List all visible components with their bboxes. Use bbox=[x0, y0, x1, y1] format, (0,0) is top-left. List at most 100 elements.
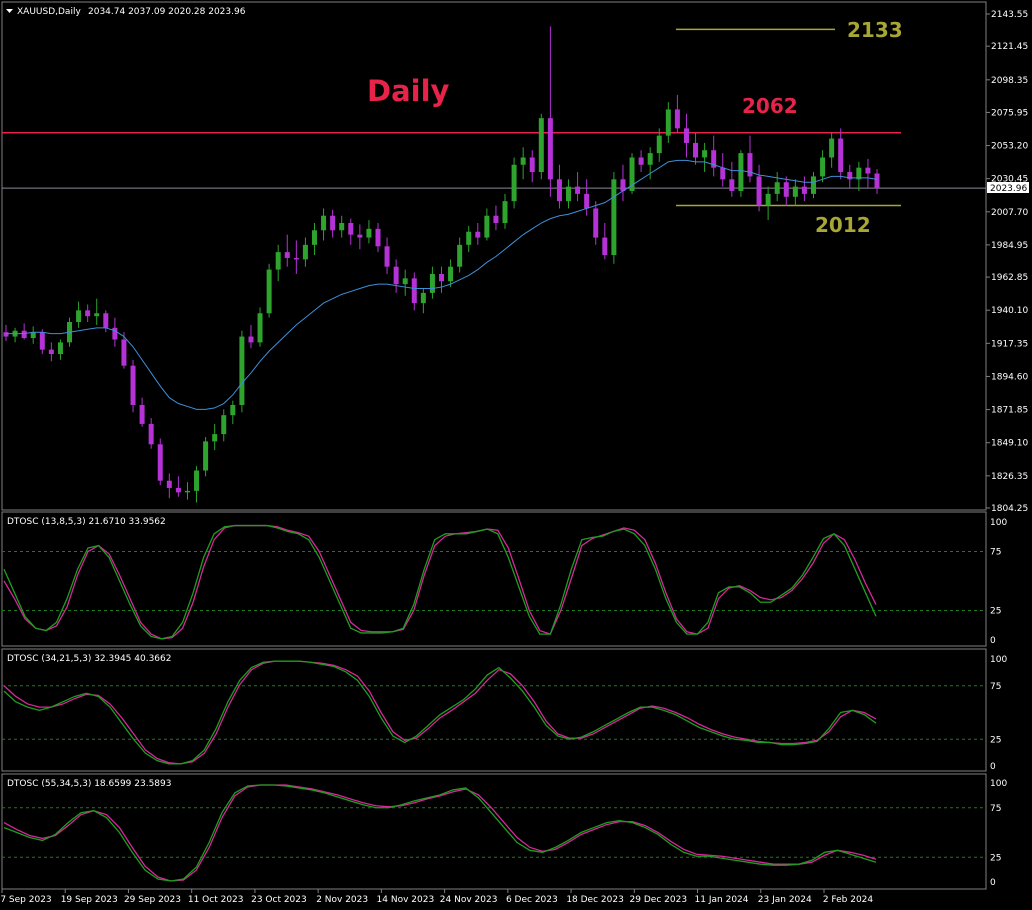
osc-tick-label: 25 bbox=[990, 735, 1001, 745]
candle-body bbox=[39, 332, 45, 350]
candle-body bbox=[783, 182, 789, 197]
candle-body bbox=[874, 173, 880, 189]
price-tick-label: 1804.25 bbox=[991, 504, 1028, 514]
candle-body bbox=[21, 330, 27, 339]
candle-body bbox=[112, 327, 118, 340]
candle-body bbox=[76, 310, 82, 323]
candle bbox=[203, 437, 209, 477]
osc-tick-label: 0 bbox=[990, 762, 996, 772]
candle-body bbox=[529, 157, 535, 173]
price-tick-label: 1849.10 bbox=[991, 439, 1028, 449]
candle bbox=[239, 330, 245, 413]
candle-body bbox=[384, 246, 390, 267]
candle-body bbox=[475, 231, 481, 238]
date-tick-label: 6 Dec 2023 bbox=[506, 895, 558, 905]
date-tick-label: 11 Jan 2024 bbox=[695, 895, 749, 905]
date-tick-label: 23 Oct 2023 bbox=[251, 895, 307, 905]
candle-body bbox=[175, 487, 181, 493]
candle-body bbox=[57, 342, 63, 355]
osc-tick-label: 100 bbox=[990, 518, 1007, 528]
candle bbox=[157, 438, 163, 486]
candle-body bbox=[375, 228, 381, 247]
osc-tick-label: 100 bbox=[990, 655, 1007, 665]
candle-body bbox=[130, 365, 136, 405]
candle-body bbox=[665, 109, 671, 136]
candle-body bbox=[284, 252, 290, 258]
candle-body bbox=[121, 339, 127, 366]
candle-body bbox=[502, 201, 508, 223]
candle-body bbox=[221, 415, 227, 435]
candle-body bbox=[611, 179, 617, 256]
candle-body bbox=[230, 404, 236, 416]
candle-body bbox=[402, 278, 408, 285]
candle-body bbox=[448, 266, 454, 282]
price-tick-label: 1962.85 bbox=[991, 273, 1028, 283]
date-tick-label: 18 Dec 2023 bbox=[566, 895, 624, 905]
candle bbox=[538, 113, 544, 180]
candle-body bbox=[511, 164, 517, 202]
osc-tick-label: 25 bbox=[990, 853, 1001, 863]
candle-body bbox=[647, 153, 653, 165]
candle-body bbox=[566, 186, 572, 202]
candle-body bbox=[348, 223, 354, 235]
date-tick-label: 29 Dec 2023 bbox=[630, 895, 688, 905]
candle-body bbox=[674, 109, 680, 129]
candle-body bbox=[484, 215, 490, 238]
osc-2-title: DTOSC (34,21,5,3) 32.3945 40.3662 bbox=[7, 654, 172, 664]
date-tick-label: 24 Nov 2023 bbox=[440, 895, 498, 905]
candle-body bbox=[801, 186, 807, 194]
candle-body bbox=[257, 313, 263, 343]
candle-body bbox=[166, 480, 172, 488]
candle-body bbox=[203, 441, 209, 471]
level-2062-label: 2062 bbox=[742, 94, 798, 118]
price-tick-label: 1871.85 bbox=[991, 406, 1028, 416]
price-tick-label: 2143.55 bbox=[991, 10, 1028, 20]
price-tick-label: 2053.20 bbox=[991, 142, 1028, 152]
candle-body bbox=[321, 215, 327, 231]
candle-body bbox=[439, 273, 444, 282]
candle-body bbox=[157, 444, 163, 481]
date-tick-label: 2 Nov 2023 bbox=[316, 895, 368, 905]
price-tick-label: 2007.70 bbox=[991, 208, 1028, 218]
candle-body bbox=[620, 179, 626, 191]
candle-body bbox=[729, 179, 735, 191]
candle-body bbox=[829, 138, 835, 158]
candle-body bbox=[838, 138, 844, 173]
candle-body bbox=[266, 269, 272, 314]
osc-tick-label: 0 bbox=[990, 636, 996, 646]
date-tick-label: 23 Jan 2024 bbox=[758, 895, 812, 905]
candle bbox=[611, 172, 617, 264]
candle-body bbox=[212, 434, 218, 442]
candle-body bbox=[302, 244, 308, 260]
candle bbox=[738, 150, 744, 197]
price-tick-label: 1984.95 bbox=[991, 241, 1028, 251]
candle-body bbox=[420, 292, 426, 304]
candle-body bbox=[248, 336, 254, 343]
price-tick-label: 2075.95 bbox=[991, 108, 1028, 118]
ohlc-values: 2034.74 2037.09 2020.28 2023.96 bbox=[88, 7, 246, 17]
candle-body bbox=[48, 349, 54, 355]
candle-body bbox=[194, 470, 200, 491]
candle-body bbox=[575, 186, 581, 194]
osc-tick-label: 0 bbox=[990, 878, 996, 888]
candle-body bbox=[774, 182, 780, 194]
candle-body bbox=[820, 157, 826, 177]
osc-tick-label: 25 bbox=[990, 607, 1001, 617]
candle-body bbox=[547, 118, 553, 180]
candle-body bbox=[339, 223, 345, 231]
candle-body bbox=[239, 336, 245, 405]
candle-body bbox=[466, 231, 472, 245]
candle-body bbox=[538, 118, 544, 173]
timeframe-annotation: Daily bbox=[367, 74, 450, 108]
candle-body bbox=[184, 490, 190, 493]
candle-body bbox=[139, 404, 145, 424]
price-tick-label: 1940.10 bbox=[991, 306, 1028, 316]
osc-tick-label: 75 bbox=[990, 682, 1001, 692]
level-2012-label: 2012 bbox=[815, 213, 871, 237]
osc-tick-label: 75 bbox=[990, 804, 1001, 814]
candle-body bbox=[366, 228, 372, 238]
date-tick-label: 2 Feb 2024 bbox=[823, 895, 874, 905]
candle-body bbox=[756, 176, 762, 206]
candle-body bbox=[275, 252, 281, 270]
chart-canvas: 2143.552121.452098.352075.952053.202030.… bbox=[0, 1, 1029, 905]
